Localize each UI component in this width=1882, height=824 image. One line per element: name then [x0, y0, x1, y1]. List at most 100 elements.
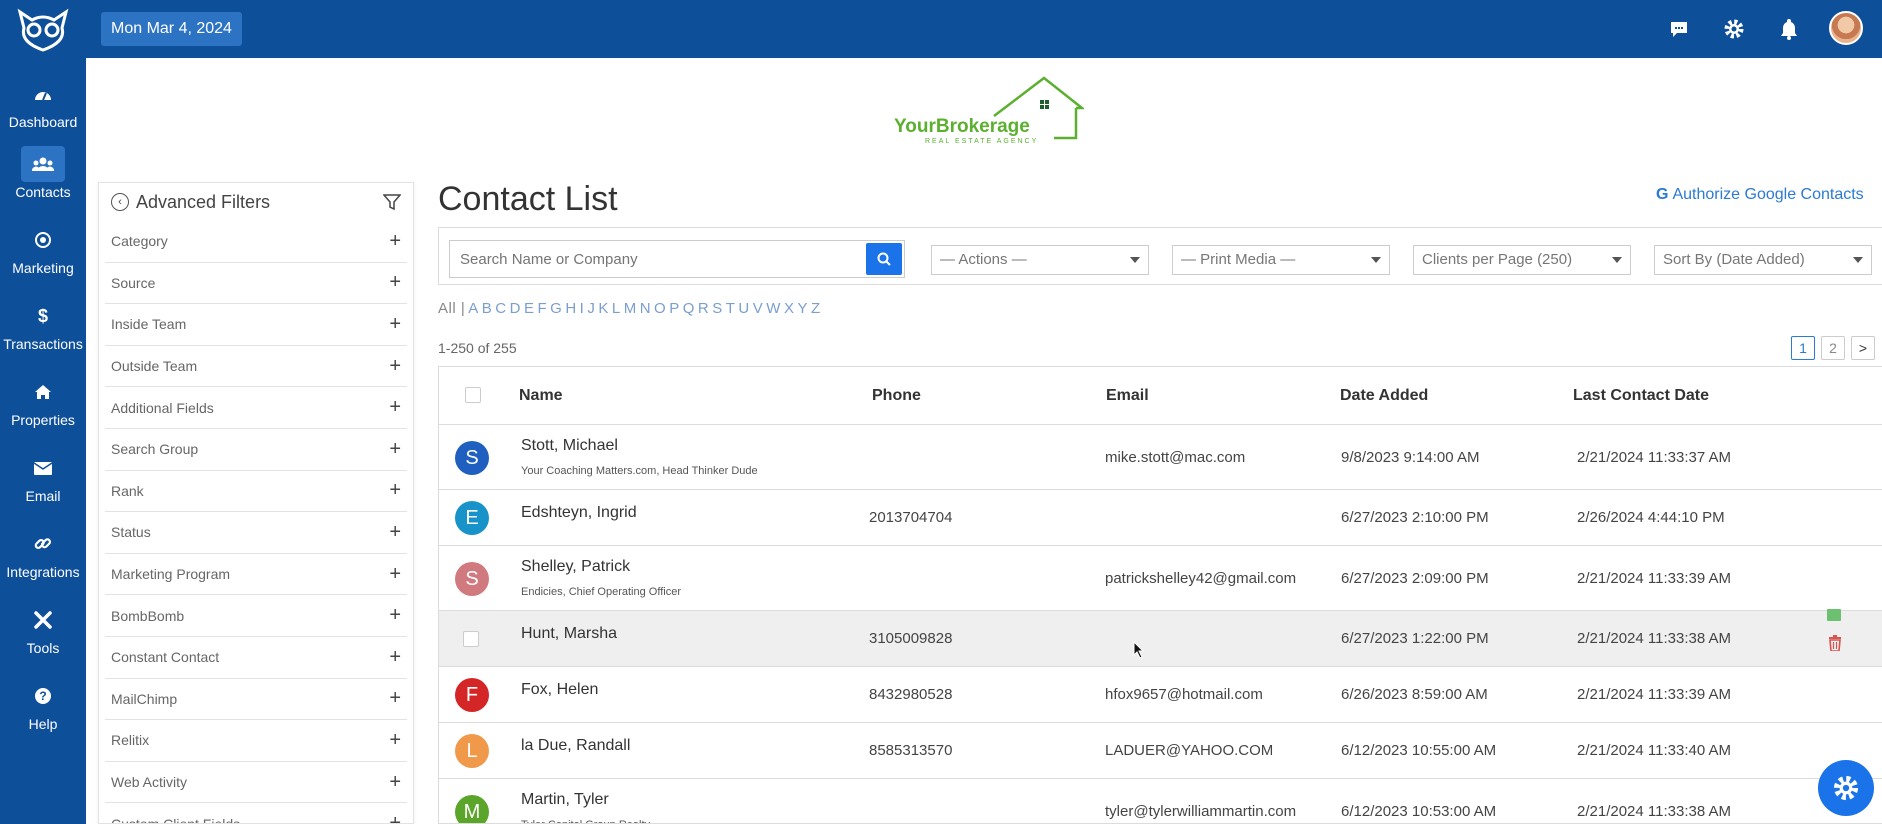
alpha-letter[interactable]: B	[482, 300, 493, 317]
alpha-letter[interactable]: R	[698, 300, 709, 317]
filter-item[interactable]: Inside Team +	[105, 304, 407, 346]
plus-icon[interactable]: +	[389, 313, 401, 336]
table-row[interactable]: M Martin, Tyler Tyler Capital Group Realty…	[439, 779, 1882, 823]
alpha-letter[interactable]: A	[468, 300, 479, 317]
nav-dashboard[interactable]: Dashboard	[0, 76, 86, 130]
header-name[interactable]: Name	[519, 387, 563, 405]
date-chip[interactable]: Mon Mar 4, 2024	[101, 12, 242, 46]
alpha-letter[interactable]: J	[587, 300, 595, 317]
filter-funnel-icon[interactable]	[383, 193, 401, 211]
alpha-letter[interactable]: M	[624, 300, 637, 317]
contact-name[interactable]: Hunt, Marsha	[521, 625, 617, 643]
filter-item[interactable]: Rank +	[105, 471, 407, 513]
alpha-letter[interactable]: P	[669, 300, 680, 317]
filter-item[interactable]: Relitix +	[105, 720, 407, 762]
user-avatar[interactable]	[1829, 11, 1863, 45]
gear-icon[interactable]	[1719, 14, 1749, 44]
alpha-letter[interactable]: Q	[683, 300, 695, 317]
filter-item[interactable]: Additional Fields +	[105, 387, 407, 429]
actions-select[interactable]: — Actions —	[931, 245, 1149, 275]
plus-icon[interactable]: +	[389, 646, 401, 669]
plus-icon[interactable]: +	[389, 355, 401, 378]
plus-icon[interactable]: +	[389, 563, 401, 586]
row-checkbox[interactable]	[463, 631, 479, 647]
filter-item[interactable]: Custom Client Fields +	[105, 803, 407, 823]
nav-transactions[interactable]: $ Transactions	[0, 298, 86, 353]
filter-item[interactable]: Marketing Program +	[105, 554, 407, 596]
trash-icon[interactable]	[1828, 635, 1842, 656]
alpha-letter[interactable]: D	[510, 300, 521, 317]
header-email[interactable]: Email	[1106, 387, 1149, 405]
plus-icon[interactable]: +	[389, 479, 401, 502]
search-button[interactable]	[866, 243, 902, 275]
header-date-added[interactable]: Date Added	[1340, 387, 1428, 405]
plus-icon[interactable]: +	[389, 438, 401, 461]
note-icon[interactable]	[1827, 609, 1841, 621]
alpha-letter[interactable]: F	[537, 300, 547, 317]
table-row[interactable]: F Fox, Helen 8432980528 hfox9657@hotmail.co…	[439, 667, 1882, 723]
filter-item[interactable]: MailChimp +	[105, 679, 407, 721]
plus-icon[interactable]: +	[389, 396, 401, 419]
contact-name[interactable]: Stott, Michael	[521, 437, 618, 455]
alpha-letter[interactable]: H	[565, 300, 576, 317]
alpha-letter[interactable]: K	[598, 300, 609, 317]
alpha-letter[interactable]: E	[524, 300, 535, 317]
next-page-button[interactable]: >	[1851, 336, 1875, 360]
nav-marketing[interactable]: Marketing	[0, 222, 86, 276]
header-phone[interactable]: Phone	[872, 387, 921, 405]
contact-name[interactable]: Shelley, Patrick	[521, 558, 630, 576]
alpha-letter[interactable]: W	[766, 300, 781, 317]
alpha-letter[interactable]: O	[654, 300, 666, 317]
alpha-letter[interactable]: U	[738, 300, 749, 317]
contact-name[interactable]: la Due, Randall	[521, 737, 630, 755]
select-all-checkbox[interactable]	[465, 387, 481, 403]
page-1-button[interactable]: 1	[1791, 336, 1815, 360]
page-2-button[interactable]: 2	[1821, 336, 1845, 360]
plus-icon[interactable]: +	[389, 687, 401, 710]
nav-contacts[interactable]: Contacts	[0, 146, 86, 200]
alpha-letter[interactable]: I	[580, 300, 585, 317]
print-media-select[interactable]: — Print Media —	[1172, 245, 1390, 275]
contact-email[interactable]: LADUER@YAHOO.COM	[1105, 742, 1273, 759]
table-row[interactable]: E Edshteyn, Ingrid 2013704704 6/27/2023 2:1…	[439, 490, 1882, 546]
contact-name[interactable]: Martin, Tyler	[521, 791, 609, 809]
plus-icon[interactable]: +	[389, 729, 401, 752]
alpha-letter[interactable]: L	[612, 300, 621, 317]
plus-icon[interactable]: +	[389, 271, 401, 294]
settings-fab[interactable]	[1818, 760, 1874, 816]
plus-icon[interactable]: +	[389, 604, 401, 627]
filter-item[interactable]: Search Group +	[105, 429, 407, 471]
table-row[interactable]: S Shelley, Patrick Endicies, Chief Operati…	[439, 546, 1882, 611]
sort-select[interactable]: Sort By (Date Added)	[1654, 245, 1872, 275]
alpha-letter[interactable]: N	[640, 300, 651, 317]
filter-item[interactable]: Web Activity +	[105, 762, 407, 804]
bell-icon[interactable]	[1774, 14, 1804, 44]
alpha-letter[interactable]: C	[495, 300, 506, 317]
per-page-select[interactable]: Clients per Page (250)	[1413, 245, 1631, 275]
contact-email[interactable]: patrickshelley42@gmail.com	[1105, 570, 1296, 587]
plus-icon[interactable]: +	[389, 812, 401, 823]
table-row[interactable]: Lla Due, Randall 8585313570 LADUER@YAHOO.C…	[439, 723, 1882, 779]
alpha-letter[interactable]: X	[784, 300, 795, 317]
nav-tools[interactable]: Tools	[0, 602, 86, 656]
alpha-letter[interactable]: Z	[811, 300, 821, 317]
alpha-letter[interactable]: G	[550, 300, 562, 317]
chat-icon[interactable]	[1664, 14, 1694, 44]
filter-item[interactable]: Constant Contact +	[105, 637, 407, 679]
filter-item[interactable]: Outside Team +	[105, 346, 407, 388]
table-row[interactable]: S Stott, Michael Your Coaching Matters.com…	[439, 425, 1882, 490]
nav-integrations[interactable]: Integrations	[0, 526, 86, 580]
filter-item[interactable]: Status +	[105, 512, 407, 554]
filter-item[interactable]: Category +	[105, 221, 407, 263]
alpha-letter[interactable]: All |	[438, 300, 465, 317]
contact-email[interactable]: tyler@tylerwilliammartin.com	[1105, 803, 1296, 820]
contact-name[interactable]: Edshteyn, Ingrid	[521, 504, 637, 522]
nav-properties[interactable]: Properties	[0, 374, 86, 428]
contact-email[interactable]: hfox9657@hotmail.com	[1105, 686, 1263, 703]
plus-icon[interactable]: +	[389, 771, 401, 794]
alpha-letter[interactable]: S	[712, 300, 723, 317]
header-last-contact[interactable]: Last Contact Date	[1573, 387, 1709, 405]
back-circle-icon[interactable]: ‹	[111, 193, 129, 211]
alpha-letter[interactable]: Y	[797, 300, 808, 317]
contact-name[interactable]: Fox, Helen	[521, 681, 598, 699]
